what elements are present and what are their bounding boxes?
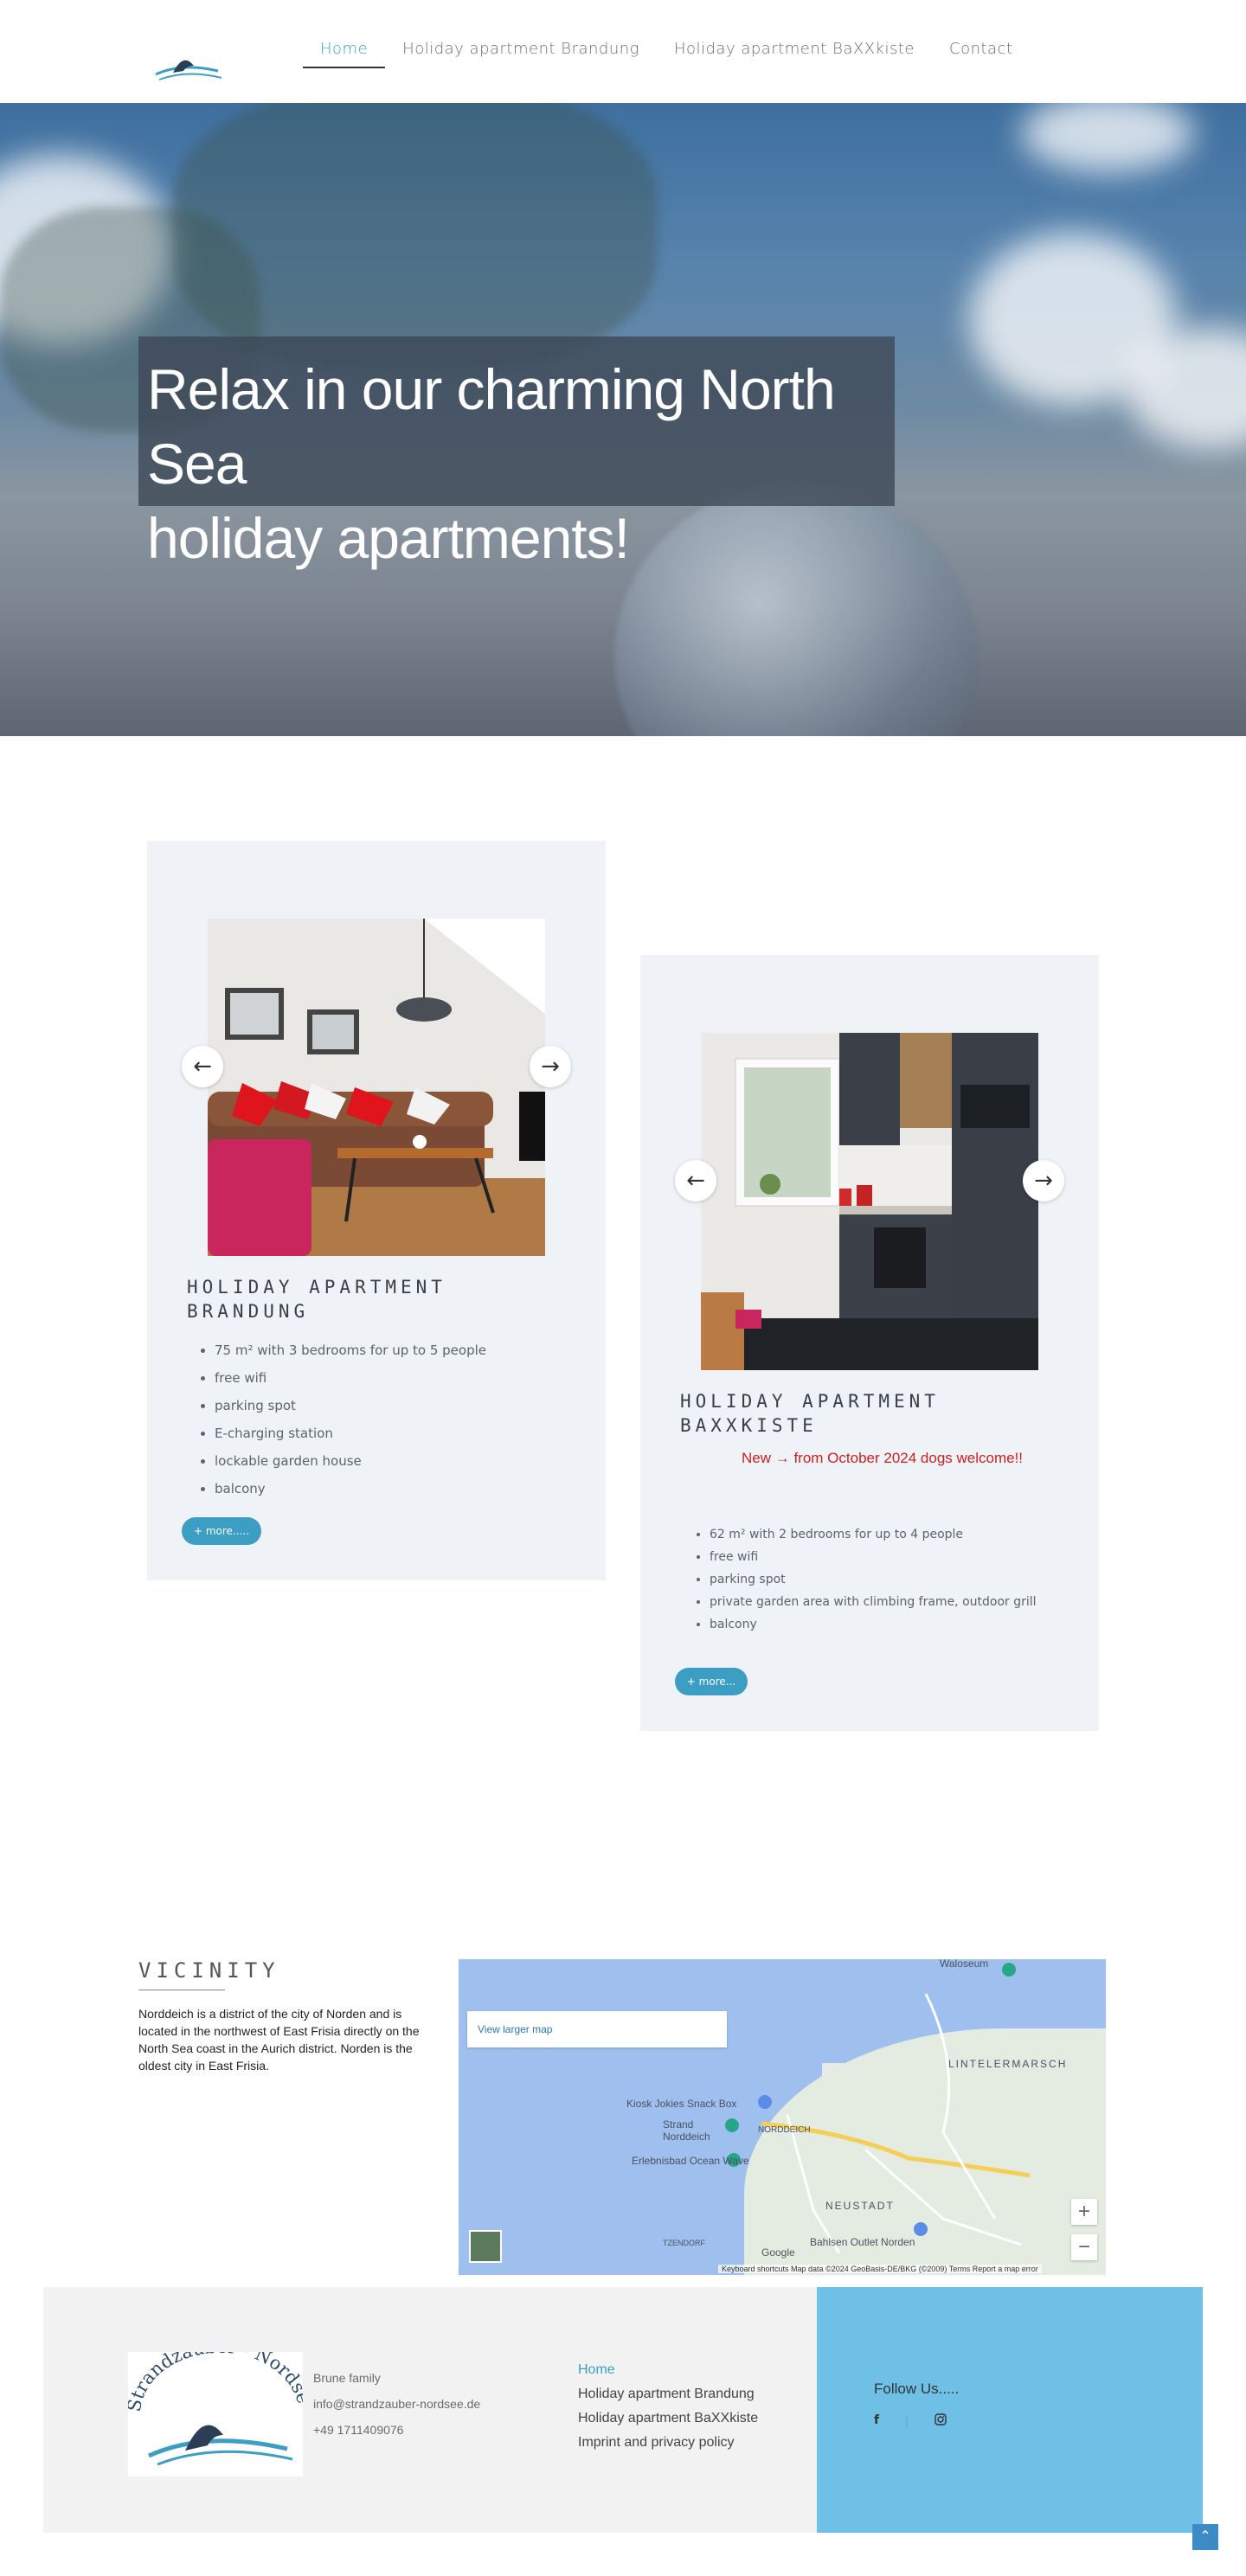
brandung-photo — [208, 919, 545, 1256]
baxxkiste-title-line2: BAXXKISTE — [680, 1415, 818, 1436]
footer-link-baxxkiste[interactable]: Holiday apartment BaXXkiste — [578, 2406, 758, 2431]
feature-item: balcony — [710, 1618, 1037, 1631]
view-larger-map-link[interactable]: View larger map — [467, 2011, 727, 2047]
facebook-icon[interactable]: f — [874, 2413, 879, 2428]
baxxkiste-title: HOLIDAY APARTMENT BAXXKISTE — [680, 1389, 940, 1438]
footer-link-home[interactable]: Home — [578, 2358, 758, 2382]
feature-item: lockable garden house — [215, 1453, 486, 1469]
feature-item: free wifi — [710, 1550, 1037, 1564]
footer-link-brandung[interactable]: Holiday apartment Brandung — [578, 2382, 758, 2406]
site-footer: Strandzauber - Nordsee Brune family info… — [43, 2287, 1203, 2533]
baxxkiste-features: 62 m² with 2 bedrooms for up to 4 people… — [692, 1528, 1037, 1640]
social-links: f | — [874, 2413, 947, 2428]
brandung-title-line2: BRANDUNG — [187, 1301, 310, 1322]
nav-brandung[interactable]: Holiday apartment Brandung — [385, 40, 657, 58]
map-attribution: Keyboard shortcuts Map data ©2024 GeoBas… — [718, 2265, 1042, 2273]
nav-baxxkiste[interactable]: Holiday apartment BaXXkiste — [657, 40, 932, 58]
feature-item: E-charging station — [215, 1426, 486, 1441]
hero-banner: Relax in our charming North Sea holiday … — [0, 103, 1246, 736]
footer-logo: Strandzauber - Nordsee — [123, 2336, 314, 2477]
feature-item: private garden area with climbing frame,… — [710, 1595, 1037, 1609]
brandung-next-arrow[interactable]: → — [530, 1046, 571, 1087]
nav-home[interactable]: Home — [303, 40, 386, 68]
follow-us-label: Follow Us..... — [874, 2381, 960, 2397]
hero-headline: Relax in our charming North Sea holiday … — [147, 352, 886, 575]
brandung-title-line1: HOLIDAY APARTMENT — [187, 1277, 446, 1298]
main-nav: Home Holiday apartment Brandung Holiday … — [303, 40, 1031, 68]
site-header: Strandzauber - Nordsee Home Holiday apar… — [0, 0, 1246, 103]
hero-headline-line2: holiday apartments! — [147, 506, 630, 570]
brandung-prev-arrow[interactable]: ← — [182, 1046, 223, 1087]
hero-headline-box: Relax in our charming North Sea holiday … — [138, 336, 895, 570]
logo-text: Strandzauber - Nordsee — [138, 21, 230, 23]
dogs-welcome-notice: New → from October 2024 dogs welcome!! — [742, 1450, 1024, 1466]
baxxkiste-photo — [701, 1033, 1038, 1370]
map-google-logo: Google — [761, 2246, 795, 2259]
map-label: Waloseum — [940, 1959, 989, 1970]
map-label: TZENDORF — [663, 2239, 705, 2247]
footer-nav: Home Holiday apartment Brandung Holiday … — [578, 2358, 758, 2455]
feature-item: 62 m² with 2 bedrooms for up to 4 people — [710, 1528, 1037, 1541]
feature-item: free wifi — [215, 1370, 486, 1386]
site-logo[interactable]: Strandzauber - Nordsee — [138, 12, 254, 88]
baxxkiste-prev-arrow[interactable]: ← — [675, 1160, 716, 1201]
feature-item: 75 m² with 3 bedrooms for up to 5 people — [215, 1342, 486, 1358]
footer-contact-name: Brune family — [313, 2371, 381, 2385]
map-label: Erlebnisbad Ocean Wave — [632, 2155, 749, 2167]
footer-link-imprint[interactable]: Imprint and privacy policy — [578, 2431, 758, 2455]
brandung-more-button[interactable]: + more..... — [182, 1517, 261, 1545]
map-zoom-out-button[interactable]: − — [1071, 2234, 1097, 2260]
footer-social-panel — [817, 2287, 1203, 2533]
footer-contact-email[interactable]: info@strandzauber-nordsee.de — [313, 2391, 480, 2417]
hero-cloud — [1021, 103, 1194, 172]
map-roads — [725, 1963, 1031, 2254]
map-label: NEUSTADT — [825, 2200, 895, 2212]
map-label: LINTELERMARSCH — [948, 2058, 1068, 2070]
baxxkiste-title-line1: HOLIDAY APARTMENT — [680, 1391, 940, 1412]
map-streetview-thumbnail[interactable] — [469, 2230, 502, 2263]
hero-headline-line1: Relax in our charming North Sea — [147, 357, 836, 496]
map-label: Kiosk Jokies Snack Box — [626, 2098, 737, 2110]
svg-text:Strandzauber - Nordsee: Strandzauber - Nordsee — [128, 2352, 303, 2413]
baxxkiste-more-button[interactable]: + more... — [675, 1668, 748, 1695]
nav-contact[interactable]: Contact — [932, 40, 1031, 58]
map-label: NORDDEICH — [758, 2125, 811, 2135]
map-label: Strand Norddeich — [663, 2118, 710, 2143]
embedded-map[interactable]: View larger map Waloseum LINTELERMARSCH … — [459, 1959, 1106, 2275]
map-label: Bahlsen Outlet Norden — [810, 2236, 915, 2248]
map-zoom-in-button[interactable]: + — [1071, 2199, 1097, 2225]
social-divider: | — [905, 2413, 909, 2427]
vicinity-text: Norddeich is a district of the city of N… — [138, 2007, 420, 2073]
scroll-to-top-button[interactable]: ⌃ — [1192, 2524, 1218, 2550]
footer-logo-text: Strandzauber - Nordsee — [123, 2336, 314, 2413]
brandung-title: HOLIDAY APARTMENT BRANDUNG — [187, 1275, 446, 1323]
baxxkiste-next-arrow[interactable]: → — [1023, 1160, 1064, 1201]
feature-item: balcony — [215, 1481, 486, 1496]
feature-item: parking spot — [710, 1573, 1037, 1586]
vicinity-title: VICINITY — [138, 1958, 280, 1983]
footer-contact-phone[interactable]: +49 1711409076 — [313, 2417, 480, 2443]
instagram-icon[interactable] — [934, 2413, 947, 2428]
brandung-features: 75 m² with 3 bedrooms for up to 5 people… — [197, 1342, 486, 1509]
feature-item: parking spot — [215, 1398, 486, 1413]
apartment-card-brandung: ← → HOLIDAY APARTMENT BRANDUNG 75 m² wit… — [147, 841, 606, 1580]
apartment-card-baxxkiste: ← → HOLIDAY APARTMENT BAXXKISTE New → fr… — [640, 955, 1099, 1731]
footer-contact: Brune family info@strandzauber-nordsee.d… — [313, 2365, 480, 2443]
